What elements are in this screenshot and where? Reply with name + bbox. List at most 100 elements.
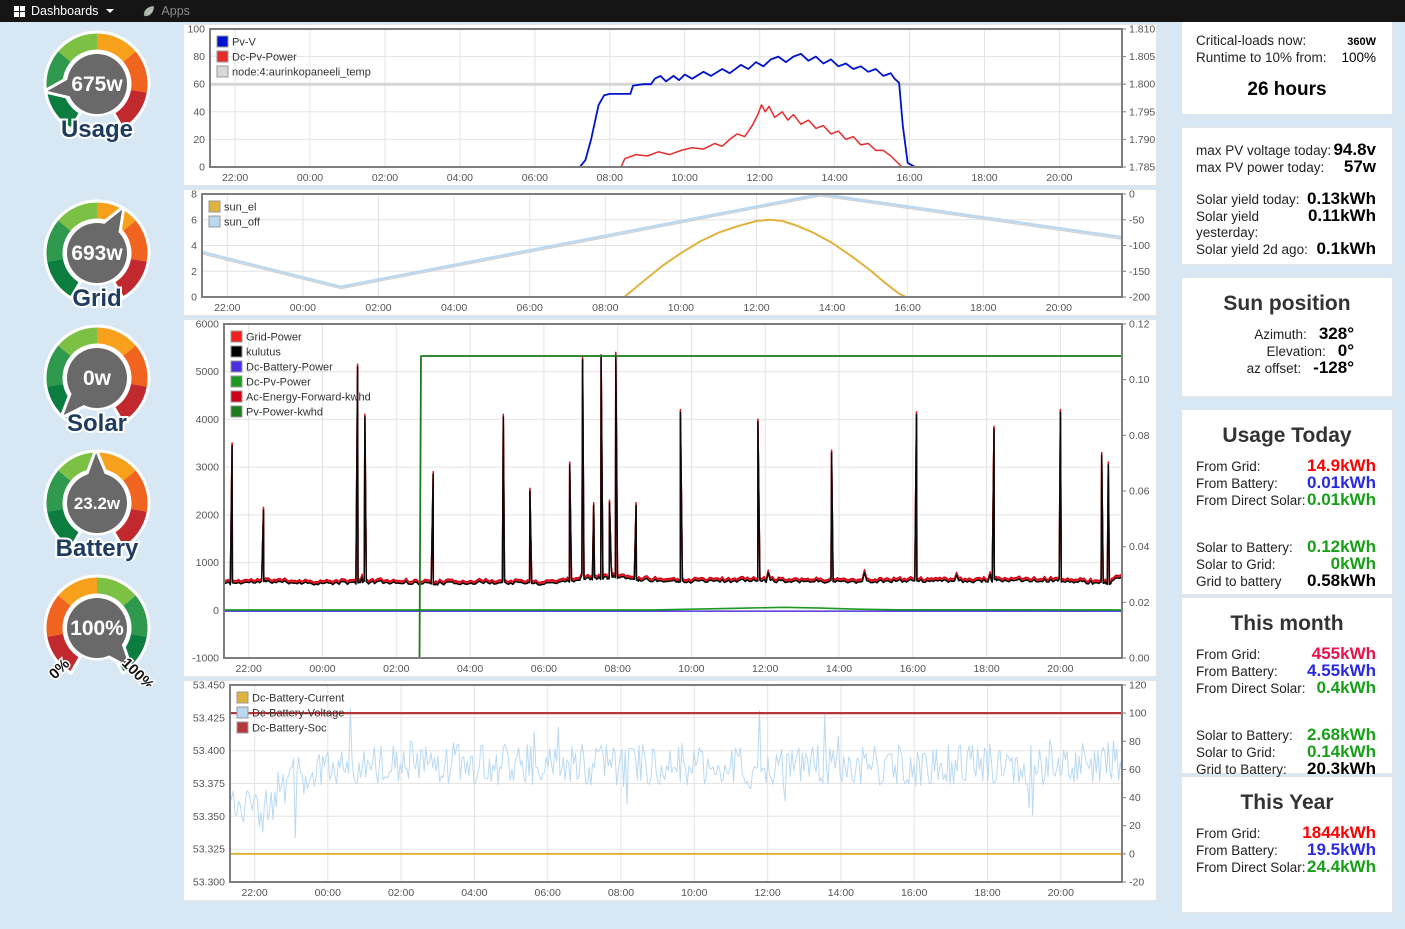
svg-text:12:00: 12:00: [754, 887, 780, 899]
stat-row: Solar yield 2d ago:0.1kWh: [1182, 241, 1392, 258]
stat-label: Solar to Battery:: [1196, 728, 1307, 744]
svg-text:0.12: 0.12: [1129, 320, 1150, 331]
series-Dc-Battery-Voltage: [230, 708, 1122, 838]
series-Dc-Pv-Power: [210, 105, 1122, 167]
stat-label: Critical-loads now:: [1196, 33, 1347, 49]
chart-pv-voltage-power[interactable]: 0204060801001.7851.7901.7951.8001.8051.8…: [183, 24, 1157, 186]
stat-label: Solar yield 2d ago:: [1196, 242, 1316, 258]
svg-text:1.785: 1.785: [1129, 162, 1155, 174]
gauge-value: 23.2w: [74, 494, 121, 513]
stat-row: Grid to battery0.58kWh: [1182, 573, 1392, 590]
svg-text:40: 40: [1129, 792, 1141, 804]
legend-swatch: [231, 406, 242, 417]
chart-power-consumption[interactable]: -100001000200030004000500060000.000.020.…: [183, 319, 1157, 677]
svg-text:-200: -200: [1129, 292, 1150, 304]
svg-text:60: 60: [1129, 764, 1141, 776]
legend-label: Dc-Battery-Voltage: [252, 708, 344, 720]
spacer: [1182, 509, 1392, 524]
chart-battery[interactable]: 53.30053.32553.35053.37553.40053.42553.4…: [183, 680, 1157, 901]
svg-text:14:00: 14:00: [828, 887, 854, 899]
svg-text:00:00: 00:00: [315, 887, 341, 899]
stat-label: Solar yield today:: [1196, 192, 1307, 208]
svg-text:22:00: 22:00: [222, 172, 248, 184]
nav-apps[interactable]: Apps: [128, 0, 204, 22]
svg-text:0.00: 0.00: [1129, 653, 1150, 665]
gauge-grid: 693wGrid: [22, 193, 172, 316]
stat-label: az offset:: [1212, 361, 1313, 377]
stat-value: 0.4kWh: [1316, 680, 1376, 696]
svg-text:18:00: 18:00: [970, 302, 996, 314]
stat-label: From Battery:: [1196, 664, 1307, 680]
svg-text:-50: -50: [1129, 214, 1144, 226]
svg-text:1.810: 1.810: [1129, 25, 1155, 36]
svg-text:02:00: 02:00: [365, 302, 391, 314]
svg-text:14:00: 14:00: [821, 172, 847, 184]
svg-text:08:00: 08:00: [592, 302, 618, 314]
svg-text:10:00: 10:00: [681, 887, 707, 899]
stat-label: From Direct Solar:: [1196, 681, 1316, 697]
svg-text:0: 0: [1129, 848, 1135, 860]
stat-label: From Direct Solar:: [1196, 493, 1307, 509]
nav-dashboards[interactable]: Dashboards: [0, 0, 128, 22]
gauge-column: 675wUsage693wGrid0wSolar23.2wBattery100%…: [22, 24, 182, 693]
svg-text:00:00: 00:00: [290, 302, 316, 314]
svg-text:-100: -100: [1129, 240, 1150, 252]
stat-row: From Direct Solar:0.01kWh: [1182, 492, 1392, 509]
chart-sun-position[interactable]: 02468-200-150-100-50022:0000:0002:0004:0…: [183, 189, 1157, 316]
stat-row: Azimuth:328°: [1182, 326, 1392, 343]
stat-label: max PV power today:: [1196, 160, 1344, 176]
svg-text:1.805: 1.805: [1129, 51, 1155, 63]
svg-text:08:00: 08:00: [597, 172, 623, 184]
panel-this-month: This monthFrom Grid:455kWhFrom Battery:4…: [1181, 597, 1393, 774]
svg-text:20: 20: [1129, 820, 1141, 832]
legend-swatch: [231, 376, 242, 387]
svg-text:53.300: 53.300: [193, 877, 225, 889]
stat-label: From Grid:: [1196, 647, 1312, 663]
leaf-icon: [142, 5, 155, 18]
stat-value: 24.4kWh: [1307, 859, 1376, 875]
svg-text:02:00: 02:00: [372, 172, 398, 184]
svg-text:00:00: 00:00: [309, 663, 335, 675]
svg-text:06:00: 06:00: [522, 172, 548, 184]
stat-row: Solar yield yesterday:0.11kWh: [1182, 208, 1392, 241]
legend-swatch: [231, 331, 242, 342]
stat-value: 0.14kWh: [1307, 744, 1376, 760]
gauge-solar-svg: 0wSolar: [22, 318, 172, 436]
gauge-battery: 23.2wBattery: [22, 443, 172, 566]
svg-text:0.04: 0.04: [1129, 541, 1150, 553]
svg-text:1000: 1000: [196, 557, 220, 569]
svg-text:06:00: 06:00: [517, 302, 543, 314]
svg-text:6: 6: [191, 214, 197, 226]
stat-row: Grid to Battery:20.3kWh: [1182, 761, 1392, 778]
stat-value: 19.5kWh: [1307, 842, 1376, 858]
svg-text:80: 80: [1129, 736, 1141, 748]
stat-label: Grid to battery: [1196, 574, 1307, 590]
stat-value: 0°: [1338, 343, 1354, 359]
svg-text:0: 0: [191, 292, 197, 304]
gauge-label: Usage: [61, 116, 133, 142]
svg-text:12:00: 12:00: [743, 302, 769, 314]
legend-label: sun_off: [224, 217, 261, 229]
stat-label: Solar to Battery:: [1196, 540, 1307, 556]
svg-text:-1000: -1000: [192, 653, 219, 665]
svg-text:6000: 6000: [196, 320, 220, 331]
svg-text:10:00: 10:00: [668, 302, 694, 314]
series-kulutus: [224, 355, 1122, 585]
stat-label: Solar to Grid:: [1196, 745, 1307, 761]
gauge-value: 693w: [71, 242, 123, 265]
svg-text:08:00: 08:00: [608, 887, 634, 899]
stat-value: 0.12kWh: [1307, 539, 1376, 555]
legend-swatch: [231, 346, 242, 357]
legend-label: Dc-Pv-Power: [232, 52, 297, 64]
stat-row: Critical-loads now:360W: [1182, 33, 1392, 50]
stat-label: Azimuth:: [1212, 327, 1319, 343]
panel-pv-stats: max PV voltage today:94.8vmax PV power t…: [1181, 127, 1393, 265]
top-navigation-bar: Dashboards Apps: [0, 0, 1405, 22]
svg-text:0.02: 0.02: [1129, 597, 1150, 609]
chart-battery-svg: 53.30053.32553.35053.37553.40053.42553.4…: [184, 681, 1158, 902]
svg-text:1.800: 1.800: [1129, 79, 1155, 91]
spacer: [1182, 697, 1392, 712]
legend-swatch: [217, 51, 228, 62]
nav-apps-label: Apps: [161, 4, 190, 18]
stat-value: 20.3kWh: [1307, 761, 1376, 777]
